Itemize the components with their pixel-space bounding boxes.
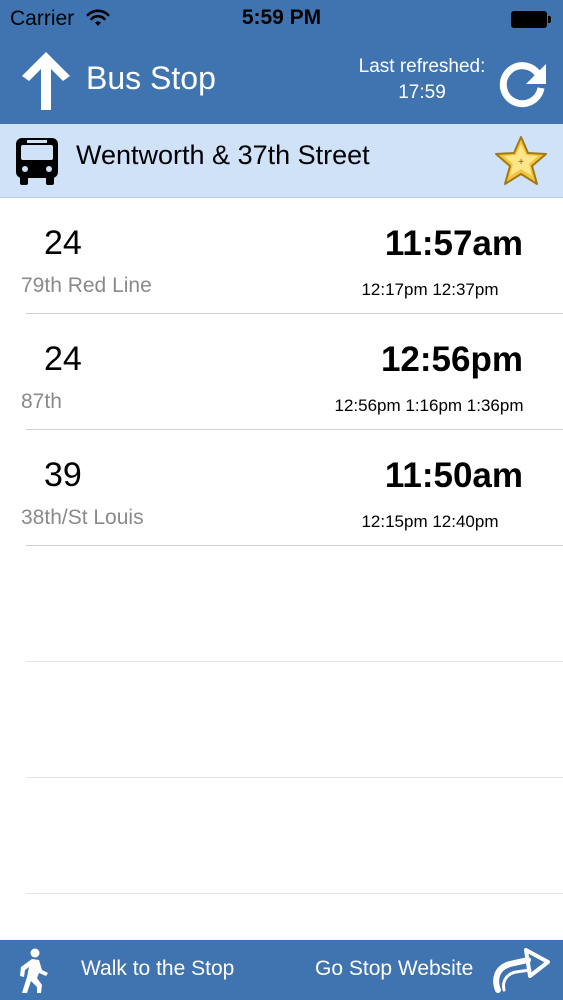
refresh-icon[interactable] [494,54,550,110]
bottom-toolbar: Walk to the Stop Go Stop Website [0,940,563,1000]
next-arrival: 12:56pm [380,340,523,379]
walking-person-icon[interactable] [14,948,52,994]
go-stop-website-button[interactable]: Go Stop Website [315,957,473,981]
bus-icon [16,138,58,185]
status-bar: Carrier 5:59 PM [0,0,563,40]
empty-row [0,778,563,894]
arrival-row[interactable]: 24 79th Red Line 11:57am 12:17pm 12:37pm [0,198,563,314]
next-arrival: 11:50am [384,456,523,495]
later-arrivals: 12:56pm 1:16pm 1:36pm [334,396,524,415]
clock: 5:59 PM [241,6,322,29]
later-arrivals: 12:17pm 12:37pm [361,280,499,299]
later-arrivals: 12:15pm 12:40pm [361,512,499,531]
battery-icon [511,11,551,28]
route-destination: 38th/St Louis [21,506,144,529]
route-destination: 79th Red Line [21,274,152,297]
row-divider [26,893,563,894]
stop-header: Wentworth & 37th Street + [0,124,563,198]
star-icon[interactable]: + [492,134,550,188]
walk-to-stop-button[interactable]: Walk to the Stop [81,957,234,981]
nav-bar: Bus Stop Last refreshed: 17:59 [0,40,563,124]
last-refreshed: Last refreshed: 17:59 [346,54,498,106]
refresh-time: 17:59 [398,82,446,103]
arrivals-list: 24 79th Red Line 11:57am 12:17pm 12:37pm… [0,198,563,894]
stop-name: Wentworth & 37th Street [76,140,370,170]
arrival-row[interactable]: 24 87th 12:56pm 12:56pm 1:16pm 1:36pm [0,314,563,430]
svg-text:+: + [518,157,524,168]
route-number: 39 [44,456,82,494]
empty-row [0,546,563,662]
route-number: 24 [44,224,82,262]
up-arrow-icon[interactable] [20,50,72,112]
route-number: 24 [44,340,82,378]
share-arrow-icon[interactable] [490,946,552,994]
empty-row [0,662,563,778]
refresh-caption: Last refreshed: [358,56,486,77]
page-title: Bus Stop [86,60,216,96]
route-destination: 87th [21,390,62,413]
next-arrival: 11:57am [384,224,523,263]
arrival-row[interactable]: 39 38th/St Louis 11:50am 12:15pm 12:40pm [0,430,563,546]
